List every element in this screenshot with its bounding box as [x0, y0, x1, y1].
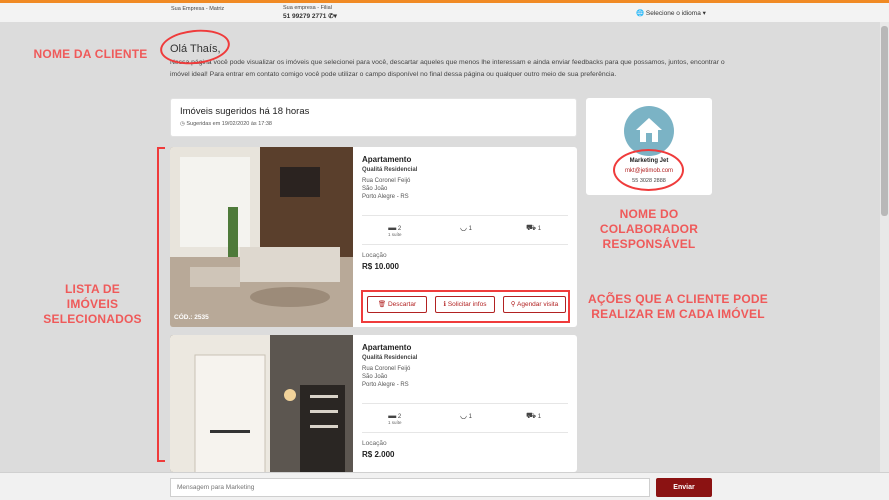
property-photo[interactable] — [170, 335, 353, 472]
bed-icon: ▬ — [388, 411, 397, 420]
property-street: Rua Coronel Feijó — [362, 366, 411, 372]
property-type: Apartamento — [362, 343, 412, 352]
suggested-title: Imóveis sugeridos há 18 horas — [180, 106, 310, 117]
scrollbar-thumb[interactable] — [881, 26, 888, 216]
branch-phone: 51 99279 2771 — [283, 13, 327, 20]
clock-icon: ◷ — [180, 121, 185, 127]
property-district: São João — [362, 186, 388, 192]
parking-feature: ⛟ 1 — [526, 223, 542, 232]
annotation-actions: AÇÕES QUE A CLIENTE PODE REALIZAR EM CAD… — [588, 292, 768, 321]
suggested-date: Sugeridas em 19/02/2020 às 17:38 — [186, 121, 272, 127]
property-building: Qualitá Residencial — [362, 355, 418, 361]
company-main[interactable]: Sua Empresa - Matriz — [171, 6, 224, 12]
property-building: Qualitá Residencial — [362, 167, 418, 173]
divider — [362, 432, 568, 433]
message-bar: Enviar — [0, 472, 889, 500]
property-code: CÓD.: 2535 — [174, 314, 209, 321]
annotation-bracket — [157, 147, 165, 462]
divider — [362, 215, 568, 216]
location-label: Locação — [362, 252, 387, 259]
property-price: R$ 2.000 — [362, 450, 395, 459]
bathrooms-feature: ◡ 1 — [460, 411, 472, 420]
car-icon: ⛟ — [526, 411, 537, 420]
annotation-collaborator: NOME DO COLABORADOR RESPONSÁVEL — [599, 207, 699, 251]
language-selector[interactable]: 🌐 Selecione o idioma ▾ — [636, 9, 706, 17]
top-bar: Sua Empresa - Matriz Sua empresa - Filia… — [0, 0, 889, 22]
annotation-collaborator-circle — [613, 149, 684, 191]
annotation-client-name: NOME DA CLIENTE — [33, 47, 148, 61]
message-input[interactable] — [170, 478, 650, 497]
bedrooms-feature: ▬ 21 suíte — [388, 223, 402, 237]
car-icon: ⛟ — [526, 223, 537, 232]
intro-text: Nessa página você pode visualizar os imó… — [170, 59, 725, 78]
divider — [362, 403, 568, 404]
annotation-actions-box — [361, 290, 570, 323]
property-city: Porto Alegre - RS — [362, 194, 409, 200]
property-street: Rua Coronel Feijó — [362, 178, 411, 184]
home-icon — [636, 118, 662, 142]
property-type: Apartamento — [362, 155, 412, 164]
bathtub-icon: ◡ — [460, 411, 467, 420]
bathrooms-feature: ◡ 1 — [460, 223, 472, 232]
globe-icon: 🌐 — [636, 10, 645, 17]
divider — [362, 244, 568, 245]
property-city: Porto Alegre - RS — [362, 382, 409, 388]
send-button[interactable]: Enviar — [656, 478, 712, 497]
parking-feature: ⛟ 1 — [526, 411, 542, 420]
location-label: Locação — [362, 440, 387, 447]
bedrooms-feature: ▬ 21 suíte — [388, 411, 402, 425]
bed-icon: ▬ — [388, 223, 397, 232]
property-district: São João — [362, 374, 388, 380]
property-price: R$ 10.000 — [362, 262, 399, 271]
property-photo[interactable] — [170, 147, 353, 327]
suggested-header: Imóveis sugeridos há 18 horas ◷ Sugerida… — [170, 98, 577, 137]
caret-down-icon: ▾ — [333, 13, 337, 20]
bathtub-icon: ◡ — [460, 223, 467, 232]
company-branch[interactable]: Sua empresa - Filial 51 99279 2771 ✆▾ — [283, 5, 337, 20]
scrollbar[interactable] — [880, 22, 889, 472]
property-card: Apartamento Qualitá Residencial Rua Coro… — [170, 335, 577, 472]
caret-down-icon: ▾ — [702, 10, 706, 17]
annotation-property-list: LISTA DE IMÓVEIS SELECIONADOS — [43, 282, 142, 326]
